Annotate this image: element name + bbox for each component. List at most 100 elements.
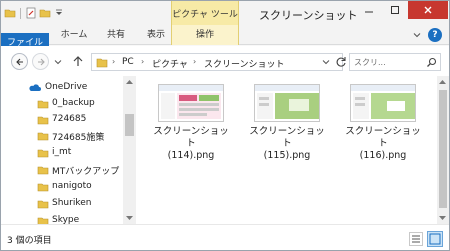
- screenshot-thumbnail: [159, 85, 223, 119]
- file-name-line: (116).png: [359, 150, 407, 161]
- nav-item-label: 0_backup: [52, 98, 95, 108]
- search-input[interactable]: [354, 56, 422, 68]
- breadcrumb-pictures[interactable]: ピクチャ: [152, 57, 188, 70]
- maximize-icon: [391, 6, 399, 14]
- nav-item-label: Skype: [52, 215, 80, 224]
- search-icon[interactable]: [426, 57, 437, 68]
- minimize-button[interactable]: [356, 1, 382, 19]
- address-bar[interactable]: › PC › ピクチャ › スクリーンショット: [91, 53, 346, 71]
- maximize-button[interactable]: [382, 1, 408, 19]
- thumbnail-image: [350, 84, 416, 122]
- file-name-line: スクリーンショット: [153, 126, 229, 149]
- folder-icon: [37, 116, 49, 125]
- details-view-icon: [412, 235, 420, 243]
- nav-item-mt-backup[interactable]: MTバックアップ: [1, 163, 123, 177]
- chevron-down-icon[interactable]: [411, 29, 423, 41]
- folder-icon: [37, 166, 49, 175]
- file-name: スクリーンショット (116).png: [342, 126, 424, 162]
- help-icon[interactable]: ?: [428, 28, 442, 42]
- navigation-pane: OneDrive 0_backup 724685 724685施策 i_mt M…: [1, 76, 138, 224]
- back-button[interactable]: [11, 53, 28, 70]
- nav-item-shuriken[interactable]: Shuriken: [1, 197, 123, 211]
- tab-share[interactable]: 共有: [99, 25, 133, 45]
- breadcrumb-separator: ›: [141, 57, 145, 66]
- recent-locations-chevron-icon[interactable]: [53, 57, 63, 67]
- large-icons-view-button[interactable]: [427, 231, 443, 247]
- tab-view[interactable]: 表示: [139, 25, 173, 45]
- onedrive-icon: [29, 84, 41, 91]
- breadcrumb-pc[interactable]: PC: [122, 57, 134, 67]
- nav-item-label: 724685施策: [52, 133, 105, 143]
- window-title: スクリーンショット: [259, 9, 358, 22]
- file-list-scrollbar[interactable]: [437, 76, 449, 224]
- chevron-down-icon[interactable]: [322, 58, 330, 66]
- minimize-icon: [365, 11, 373, 13]
- forward-button[interactable]: [32, 53, 49, 70]
- tab-home[interactable]: ホーム: [57, 25, 91, 45]
- item-count: 3 個の項目: [7, 236, 52, 246]
- nav-item-0-backup[interactable]: 0_backup: [1, 97, 123, 111]
- scroll-down-icon[interactable]: [439, 216, 446, 221]
- details-view-button[interactable]: [409, 232, 423, 246]
- context-tab-label: ピクチャ ツール: [172, 10, 238, 20]
- folder-icon[interactable]: [4, 7, 16, 19]
- close-icon: [424, 6, 432, 14]
- picture-tools-context-header: ピクチャ ツール: [171, 1, 239, 25]
- nav-item-label: MTバックアップ: [52, 167, 120, 177]
- navigation-bar: › PC › ピクチャ › スクリーンショット: [1, 46, 449, 76]
- quick-access-toolbar: [4, 6, 65, 20]
- folder-icon: [37, 200, 49, 209]
- nav-item-onedrive[interactable]: OneDrive: [1, 81, 123, 95]
- scrollbar-thumb[interactable]: [125, 114, 134, 136]
- nav-item-skype[interactable]: Skype: [1, 214, 123, 224]
- arrow-left-icon: [15, 58, 23, 65]
- file-list: スクリーンショット (114).png スクリーンショット (115).png: [138, 76, 437, 224]
- nav-item-724685-shisaku[interactable]: 724685施策: [1, 129, 123, 143]
- breadcrumb-separator: ›: [193, 57, 197, 66]
- nav-item-724685[interactable]: 724685: [1, 113, 123, 127]
- toolbar-separator: [20, 7, 21, 19]
- folder-icon: [37, 100, 49, 109]
- thumbnail-image: [158, 84, 224, 122]
- scroll-up-icon[interactable]: [439, 79, 446, 84]
- scroll-up-icon[interactable]: [126, 79, 133, 84]
- arrow-right-icon: [37, 58, 45, 65]
- scroll-down-icon[interactable]: [126, 216, 133, 221]
- thumbnail-image: [254, 84, 320, 122]
- search-box[interactable]: [349, 53, 441, 71]
- large-icons-view-icon: [429, 233, 441, 245]
- file-name-line: (115).png: [263, 150, 311, 161]
- file-item[interactable]: スクリーンショット (115).png: [246, 84, 326, 161]
- properties-icon[interactable]: [25, 7, 37, 19]
- screenshot-thumbnail: [255, 85, 319, 119]
- folder-icon: [37, 149, 49, 158]
- nav-item-i-mt[interactable]: i_mt: [1, 146, 123, 160]
- nav-item-label: Shuriken: [52, 198, 92, 208]
- folder-icon: [37, 132, 49, 141]
- title-bar: ピクチャ ツール スクリーンショット: [1, 1, 449, 25]
- folder-icon: [37, 217, 49, 224]
- scrollbar-thumb[interactable]: [439, 90, 447, 208]
- file-item[interactable]: スクリーンショット (116).png: [342, 84, 422, 161]
- file-name-line: (114).png: [167, 150, 215, 161]
- new-folder-icon[interactable]: [39, 7, 51, 19]
- explorer-window: ピクチャ ツール スクリーンショット ファイル ホーム 共有 表示 操作 ? ›…: [0, 0, 450, 251]
- breadcrumb-screenshots[interactable]: スクリーンショット: [204, 57, 285, 70]
- status-bar: 3 個の項目: [1, 224, 449, 250]
- nav-item-nanigoto[interactable]: nanigoto: [1, 180, 123, 194]
- nav-item-label: nanigoto: [52, 181, 92, 191]
- file-name-line: スクリーンショット: [249, 126, 325, 149]
- screenshot-thumbnail: [351, 85, 415, 119]
- close-button[interactable]: [408, 1, 448, 19]
- refresh-icon[interactable]: [334, 55, 348, 69]
- nav-item-label: i_mt: [52, 147, 72, 157]
- file-name-line: スクリーンショット: [345, 126, 421, 149]
- customize-toolbar-icon[interactable]: [53, 7, 65, 19]
- ribbon-tabs: ファイル ホーム 共有 表示 操作 ?: [1, 25, 449, 103]
- file-item[interactable]: スクリーンショット (114).png: [150, 84, 230, 161]
- file-name: スクリーンショット (114).png: [150, 126, 232, 162]
- tab-manage[interactable]: 操作: [171, 25, 239, 45]
- arrow-up-icon[interactable]: [71, 54, 85, 68]
- navigation-scrollbar[interactable]: [123, 76, 136, 224]
- folder-icon: [96, 58, 108, 68]
